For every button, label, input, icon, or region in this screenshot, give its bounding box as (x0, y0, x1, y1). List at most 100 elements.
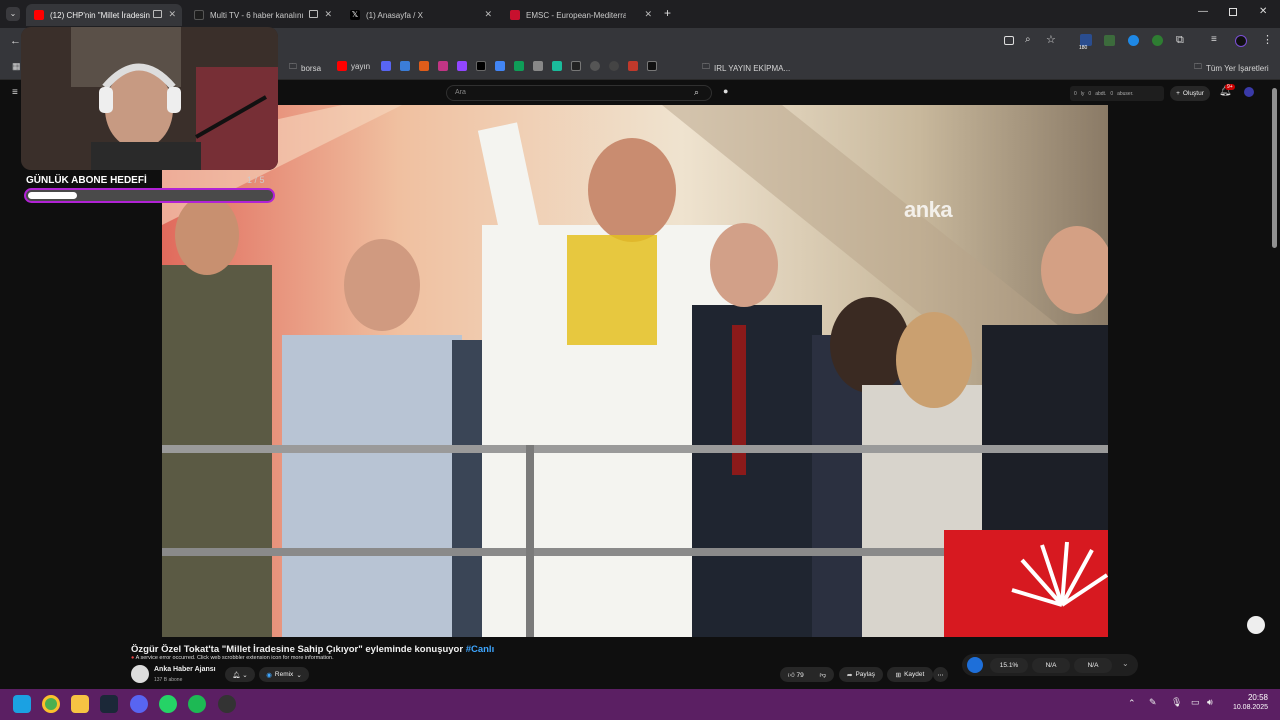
window-close-button[interactable]: ✕ (1259, 6, 1267, 17)
channel-corner-logo[interactable] (1247, 616, 1265, 634)
steam-icon[interactable] (100, 695, 118, 713)
microphone-icon[interactable]: ● (723, 86, 728, 96)
tab-multitv[interactable]: Multi TV - 6 haber kanalını ✕ (186, 4, 338, 26)
hamburger-menu-icon[interactable]: ≡ (12, 87, 18, 98)
create-button[interactable]: + Oluştur (1170, 86, 1210, 101)
like-count: 79 (796, 671, 804, 679)
new-tab-button[interactable]: + (664, 6, 671, 20)
sponsor-stat: N/A (1074, 658, 1112, 673)
clock-time[interactable]: 20:58 (1230, 693, 1268, 702)
menu-dots-icon[interactable]: ⋮ (1262, 33, 1273, 46)
discord-icon[interactable] (130, 695, 148, 713)
network-icon[interactable]: ▭ (1191, 697, 1200, 708)
spotify-icon[interactable] (188, 695, 206, 713)
dislike-button[interactable]: 👎︎ (819, 671, 826, 679)
media-control-icon[interactable]: ≡ (1211, 34, 1217, 45)
extension-icon[interactable] (1104, 35, 1115, 46)
search-icon[interactable]: ⌕ (694, 87, 699, 98)
folder-icon: 🗀 (1194, 62, 1202, 71)
chevron-down-icon[interactable]: ⌄ (1122, 659, 1129, 668)
bookmark-app-icon[interactable] (628, 61, 638, 71)
emsc-icon (510, 10, 520, 20)
discord-icon[interactable] (381, 61, 391, 71)
notification-badge: 9+ (1225, 84, 1235, 90)
live-hashtag[interactable]: #Canlı (466, 644, 495, 655)
bookmark-app-icon[interactable] (533, 61, 543, 71)
extension-icon[interactable] (1152, 35, 1163, 46)
share-button[interactable]: ➦ Paylaş (839, 667, 883, 682)
close-icon[interactable]: ✕ (644, 9, 652, 20)
apps-icon[interactable]: ▦ (12, 61, 21, 72)
error-text: A service error occurred. Click web scro… (135, 655, 334, 661)
extensions-puzzle-icon[interactable]: ⧉ (1176, 34, 1184, 47)
profile-avatar[interactable] (1235, 35, 1247, 47)
page-scrollbar[interactable] (1272, 88, 1277, 248)
search-input[interactable]: Ara (446, 85, 712, 101)
extension-icon[interactable] (1128, 35, 1139, 46)
bookmark-star-icon[interactable]: ☆ (1046, 33, 1056, 46)
tab-title: EMSC - European-Mediterranea (526, 10, 626, 20)
bookmark-app-icon[interactable] (552, 61, 562, 71)
like-button[interactable]: 👍︎ 79 (788, 671, 804, 679)
chrome-icon[interactable] (42, 695, 60, 713)
subscribe-bell-button[interactable]: 🔔︎ ⌄ (225, 667, 255, 682)
save-icon: ⊞ (895, 671, 902, 679)
windows-start-icon[interactable] (13, 695, 31, 713)
bookmark-yayin[interactable]: yayın (337, 61, 370, 71)
tab-emsc[interactable]: EMSC - European-Mediterranea ✕ (502, 4, 658, 26)
whatsapp-icon[interactable] (159, 695, 177, 713)
close-icon[interactable]: ✕ (484, 9, 492, 20)
twitch-icon[interactable] (457, 61, 467, 71)
save-button[interactable]: ⊞ Kaydet (887, 667, 933, 682)
obs-icon[interactable] (218, 695, 236, 713)
youtube-icon (337, 61, 347, 71)
bookmark-borsa[interactable]: 🗀 borsa (289, 61, 321, 75)
volume-icon[interactable]: 🔊︎ (1207, 697, 1213, 708)
tab-youtube[interactable]: (12) CHP'nin "Millet İradesine ✕ (26, 4, 182, 26)
folder-icon: 🗀 (702, 62, 710, 71)
youtube-icon (34, 10, 44, 20)
chevron-up-icon[interactable]: ⌃ (1128, 698, 1136, 709)
create-label: Oluştur (1182, 90, 1204, 97)
docs-icon[interactable] (495, 61, 505, 71)
bookmark-app-icon[interactable] (647, 61, 657, 71)
all-bookmarks[interactable]: 🗀 Tüm Yer İşaretleri (1194, 61, 1269, 75)
tab-search-button[interactable]: ⌄ (6, 7, 20, 21)
bookmark-app-icon[interactable] (419, 61, 429, 71)
channel-avatar[interactable] (131, 665, 149, 683)
bookmark-app-icon[interactable] (400, 61, 410, 71)
tab-title: (12) CHP'nin "Millet İradesine (50, 10, 150, 20)
bookmark-app-icon[interactable] (571, 61, 581, 71)
stats-extension-bar: 0 ly 0 abdt. 0 abuser. (1070, 86, 1164, 101)
more-actions-button[interactable]: ⋯ (933, 667, 948, 682)
sheets-icon[interactable] (514, 61, 524, 71)
clock-date[interactable]: 10.08.2025 (1224, 704, 1268, 711)
tab-x[interactable]: 𝕏 (1) Anasayfa / X ✕ (342, 4, 498, 26)
pen-icon[interactable]: ✎ (1149, 697, 1157, 708)
x-logo-icon[interactable] (476, 61, 486, 71)
close-icon[interactable]: ✕ (168, 9, 176, 20)
bookmark-label: IRL YAYIN EKİPMA... (714, 63, 791, 73)
channel-name[interactable]: Anka Haber Ajansı (154, 666, 216, 673)
back-button[interactable]: ← (10, 35, 21, 47)
sponsorblock-icon[interactable] (967, 657, 983, 673)
zoom-icon[interactable]: ⌕ (1025, 34, 1031, 45)
bookmark-irl[interactable]: 🗀 IRL YAYIN EKİPMA... (702, 61, 790, 75)
bookmark-app-icon[interactable] (590, 61, 600, 71)
file-explorer-icon[interactable] (71, 695, 89, 713)
remix-button[interactable]: ◉ Remix ⌄ (259, 667, 309, 682)
install-app-icon[interactable] (1004, 36, 1014, 45)
minimize-button[interactable]: — (1198, 6, 1208, 17)
folder-icon: 🗀 (289, 62, 297, 71)
instagram-icon[interactable] (438, 61, 448, 71)
bookmark-icon-group (381, 61, 657, 71)
close-icon[interactable]: ✕ (324, 9, 332, 20)
bookmark-app-icon[interactable] (609, 61, 619, 71)
save-label: Kaydet (904, 671, 925, 678)
more-dots-icon: ⋯ (937, 671, 944, 679)
webcam-overlay (21, 27, 278, 170)
microphone-icon[interactable]: 🎙︎ (1171, 697, 1182, 708)
restore-button[interactable] (1229, 8, 1237, 16)
video-player[interactable]: anka (162, 105, 1108, 637)
account-avatar[interactable] (1244, 87, 1254, 97)
